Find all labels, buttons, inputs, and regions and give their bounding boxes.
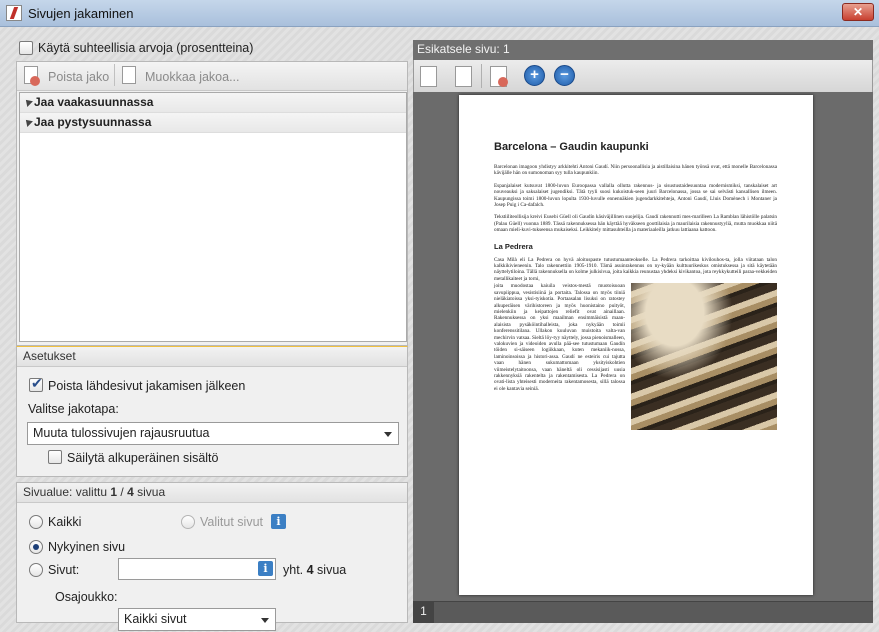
pages-input[interactable] [118, 558, 276, 580]
range-pages-radio[interactable] [29, 563, 43, 580]
zoom-out-icon[interactable]: − [554, 65, 575, 86]
delete-source-checkbox[interactable] [29, 375, 43, 392]
document-paragraph: Espanjalaiset kutsuvat 1800-luvun Euroop… [494, 182, 777, 209]
relative-values-checkbox[interactable] [19, 41, 33, 55]
range-pages-label: Sivut: [48, 563, 80, 577]
split-method-label: Valitse jakotapa: [28, 402, 119, 416]
building-photo [631, 283, 777, 431]
document-title: Barcelona – Gaudin kaupunki [494, 141, 649, 153]
app-icon [6, 5, 22, 21]
relative-values-row[interactable] [19, 41, 33, 58]
page-number[interactable]: 1 [413, 601, 434, 623]
preview-page: Barcelona – Gaudin kaupunki Barcelonan i… [459, 95, 813, 595]
delete-source-row[interactable] [29, 375, 43, 395]
edit-split-icon [122, 66, 136, 87]
zoom-in-icon[interactable]: + [524, 65, 545, 86]
relative-values-label: Käytä suhteellisia arvoja (prosentteina) [38, 41, 254, 55]
toolbar-divider [481, 64, 482, 88]
range-all-radio[interactable] [29, 515, 43, 532]
subset-select[interactable]: Kaikki sivut [118, 608, 276, 631]
document-subtitle: La Pedrera [494, 241, 533, 251]
range-selected-label: Valitut sivut [200, 515, 263, 529]
tree-item-vertical[interactable]: Jaa pystysuunnassa [20, 113, 406, 133]
preview-toolbar [413, 60, 873, 92]
settings-header: Asetukset [17, 347, 407, 367]
split-method-select[interactable]: Muuta tulossivujen rajausruutua [27, 422, 399, 445]
split-tree: Jaa vaakasuunnassa Jaa pystysuunnassa [19, 92, 407, 342]
page-icon[interactable] [420, 66, 437, 90]
tree-item-horizontal[interactable]: Jaa vaakasuunnassa [20, 93, 406, 113]
document-paragraph: Barcelonan imagoon yhdistyy arkkitehti A… [494, 164, 777, 177]
remove-page-icon[interactable] [490, 66, 508, 90]
edit-split-button[interactable]: Muokkaa jakoa... [145, 70, 240, 84]
subset-label: Osajoukko: [55, 590, 118, 604]
chevron-down-icon [261, 618, 269, 623]
delete-source-label: Poista lähdesivut jakamisen jälkeen [48, 379, 246, 393]
chevron-down-icon [384, 432, 392, 437]
document-paragraph: Tekstiiliteollisija kreivi Eusebi Güell … [494, 214, 777, 234]
split-method-value: Muuta tulossivujen rajausruutua [33, 426, 210, 440]
range-all-label: Kaikki [48, 515, 82, 529]
title-bar: Sivujen jakaminen ✕ [0, 0, 879, 27]
pages-total: yht. 4 sivua [283, 563, 347, 577]
remove-split-icon [24, 66, 40, 87]
pages-info-icon[interactable]: i [258, 561, 273, 576]
document-paragraph: Casa Milà eli La Pedrera on hyvä aloitus… [494, 256, 777, 282]
remove-split-button[interactable]: Poista jako [48, 70, 109, 84]
preview-header: Esikatsele sivu: 1 [413, 40, 873, 60]
range-current-radio[interactable] [29, 540, 43, 557]
subset-value: Kaikki sivut [124, 612, 187, 626]
keep-content-row[interactable] [48, 450, 62, 467]
range-current-label: Nykyinen sivu [48, 540, 126, 554]
toolbar-divider [114, 64, 115, 86]
info-icon[interactable]: i [271, 514, 286, 529]
range-selected-radio[interactable] [181, 515, 195, 532]
preview-footer [413, 601, 873, 623]
page-vertical-icon[interactable] [455, 66, 472, 90]
keep-content-label: Säilytä alkuperäinen sisältö [67, 451, 219, 465]
keep-content-checkbox[interactable] [48, 450, 62, 464]
range-header: Sivualue: valittu 1 / 4 sivua [17, 483, 407, 503]
close-icon[interactable]: ✕ [842, 3, 874, 21]
window-title: Sivujen jakaminen [28, 6, 134, 21]
